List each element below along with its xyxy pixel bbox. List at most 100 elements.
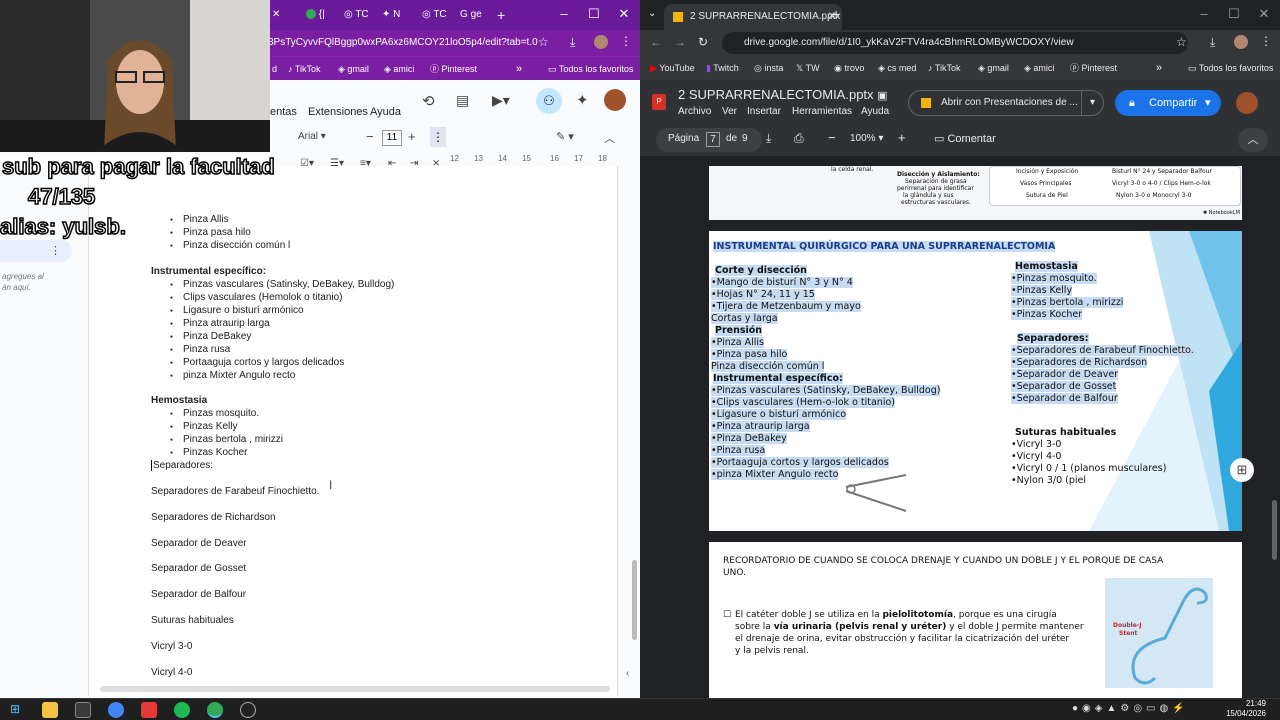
- collapse-icon[interactable]: ︿: [1238, 128, 1268, 152]
- maximize-icon[interactable]: ☐: [582, 4, 606, 24]
- tab-4[interactable]: ◎ TC: [422, 6, 447, 24]
- obs-icon[interactable]: [240, 702, 256, 718]
- zoom-select[interactable]: 100% ▾: [850, 133, 883, 144]
- spotify-icon[interactable]: [174, 702, 190, 718]
- system-tray-icons[interactable]: ●◉◈▲⚙◎▭◍⚡: [1072, 703, 1189, 714]
- page-number-input[interactable]: 7: [706, 132, 720, 147]
- more-bookmarks-icon[interactable]: »: [516, 61, 522, 77]
- folder-icon[interactable]: ▣: [877, 90, 887, 102]
- store-icon[interactable]: [75, 702, 91, 718]
- bookmark-tw[interactable]: 𝕏 TW: [796, 60, 820, 76]
- chrome-active-icon[interactable]: [207, 702, 223, 718]
- tab-1[interactable]: {|: [306, 6, 325, 24]
- outline-tab[interactable]: ⋮: [0, 240, 72, 262]
- all-bookmarks[interactable]: ▭ Todos los favoritos: [548, 61, 633, 77]
- url-field[interactable]: drive.google.com/file/d/1I0_ykKaV2FTV4ra…: [722, 32, 1188, 54]
- clock[interactable]: 21:49 15/04/2026: [1226, 699, 1266, 719]
- bookmark-twitch[interactable]: ▮ Twitch: [706, 60, 739, 76]
- viewer-scrollbar[interactable]: [1272, 500, 1277, 560]
- chevron-down-icon[interactable]: ▾: [1081, 91, 1095, 115]
- bookmark-youtube[interactable]: ▶ YouTube: [650, 60, 695, 76]
- file-explorer-icon[interactable]: [42, 702, 58, 718]
- menu-ver[interactable]: Ver: [722, 106, 737, 117]
- download-icon[interactable]: ⤓: [766, 131, 771, 146]
- tab-2[interactable]: ◎ TC: [344, 6, 369, 24]
- tab-3[interactable]: ✦ N: [382, 6, 400, 24]
- user-avatar[interactable]: [604, 89, 626, 111]
- back-icon[interactable]: ←: [650, 35, 662, 49]
- menu-insertar[interactable]: Insertar: [747, 106, 781, 117]
- menu-extensiones[interactable]: Extensiones: [308, 106, 368, 118]
- font-family-select[interactable]: Arial ▾: [298, 131, 326, 142]
- more-options-icon[interactable]: ⋮: [430, 127, 446, 147]
- bookmark-amici[interactable]: ◈ amici: [1024, 60, 1054, 76]
- bookmark-trovo[interactable]: ◉ trovo: [834, 60, 864, 76]
- bookmark-insta[interactable]: ◎ insta: [754, 60, 783, 76]
- menu-archivo[interactable]: Archivo: [678, 106, 711, 117]
- menu-ayuda[interactable]: Ayuda: [861, 106, 889, 117]
- tab-active[interactable]: 2 SUPRARRENALECTOMIA.pptx ✕: [664, 4, 842, 30]
- tab-list-icon[interactable]: ⌄: [648, 8, 656, 19]
- menu-dots-icon[interactable]: ⋮: [620, 34, 632, 48]
- new-tab-icon[interactable]: +: [497, 6, 505, 24]
- forward-icon[interactable]: →: [674, 35, 686, 49]
- bookmark-pinterest[interactable]: ⓟ Pinterest: [430, 61, 477, 77]
- bookmark-tiktok[interactable]: ♪ TikTok: [928, 60, 961, 76]
- close-tab-icon[interactable]: ✕: [272, 6, 280, 24]
- comment-icon[interactable]: ▤: [456, 92, 469, 109]
- gemini-icon[interactable]: ✦: [576, 91, 589, 109]
- font-size-input[interactable]: 11: [382, 130, 402, 146]
- bookmark-gmail[interactable]: ◈ gmail: [338, 61, 369, 77]
- bookmark-gmail[interactable]: ◈ gmail: [978, 60, 1009, 76]
- profile-avatar[interactable]: [594, 35, 608, 49]
- doc-scrollbar[interactable]: [632, 560, 637, 640]
- url-field[interactable]: 3PsTyCyvvFQlBggp0wxPA6xz6MCOY21loO5p4/ed…: [268, 33, 558, 53]
- meet-icon[interactable]: ▶▾: [492, 92, 510, 109]
- font-size-increase[interactable]: +: [408, 129, 416, 144]
- comment-button[interactable]: ▭ Comentar: [934, 132, 996, 145]
- menu-ayuda[interactable]: Ayuda: [370, 106, 401, 118]
- add-comment-icon[interactable]: ⊞: [1230, 458, 1254, 482]
- new-tab-icon[interactable]: +: [832, 6, 840, 22]
- reload-icon[interactable]: ↻: [698, 35, 708, 49]
- bookmark-pinterest[interactable]: ⓟ Pinterest: [1070, 60, 1117, 76]
- all-bookmarks[interactable]: ▭ Todos los favoritos: [1188, 60, 1273, 76]
- chrome-icon[interactable]: [108, 702, 124, 718]
- doc-horizontal-scrollbar[interactable]: [100, 686, 610, 692]
- download-icon[interactable]: ⤓: [570, 35, 575, 50]
- profile-avatar[interactable]: [1234, 35, 1248, 49]
- windows-start-icon[interactable]: ⊞: [10, 702, 20, 716]
- zoom-out-icon[interactable]: −: [828, 130, 836, 145]
- close-window-icon[interactable]: ✕: [1252, 4, 1276, 24]
- share-button[interactable]: 🔒︎ Compartir ▾: [1115, 90, 1221, 116]
- history-icon[interactable]: ⟲: [422, 92, 435, 110]
- menu-herramientas[interactable]: entas: [270, 106, 297, 118]
- user-avatar[interactable]: [1236, 92, 1258, 114]
- bookmark-tiktok[interactable]: ♪ TikTok: [288, 61, 321, 77]
- font-size-decrease[interactable]: −: [366, 129, 374, 144]
- more-bookmarks-icon[interactable]: »: [1156, 60, 1162, 76]
- print-icon[interactable]: ⎙: [794, 131, 804, 146]
- collapse-toolbar-icon[interactable]: ︿: [604, 130, 615, 146]
- menu-herramientas[interactable]: Herramientas: [792, 106, 852, 117]
- minimize-icon[interactable]: –: [552, 4, 576, 24]
- zoom-in-icon[interactable]: +: [898, 130, 906, 145]
- share-person-icon[interactable]: ⚇: [536, 88, 562, 114]
- app-red-icon[interactable]: [141, 702, 157, 718]
- minimize-icon[interactable]: –: [1192, 4, 1216, 24]
- edit-mode-icon[interactable]: ✎ ▾: [556, 130, 574, 143]
- download-icon[interactable]: ⤓: [1210, 35, 1215, 50]
- close-window-icon[interactable]: ✕: [612, 4, 636, 24]
- star-icon[interactable]: ☆: [538, 35, 549, 49]
- tab-5[interactable]: G ge: [460, 6, 482, 24]
- chevron-down-icon[interactable]: ▾: [1205, 90, 1211, 116]
- outline-menu-icon[interactable]: ⋮: [50, 244, 61, 257]
- bookmark-amici[interactable]: ◈ amici: [384, 61, 414, 77]
- menu-dots-icon[interactable]: ⋮: [1260, 34, 1272, 48]
- star-icon[interactable]: ☆: [1176, 35, 1187, 49]
- side-panel-toggle-icon[interactable]: ‹: [626, 668, 629, 679]
- maximize-icon[interactable]: ☐: [1222, 4, 1246, 24]
- bookmark-cs-med[interactable]: ◈ cs med: [878, 60, 916, 76]
- open-with-button[interactable]: Abrir con Presentaciones de ... ▾: [908, 90, 1104, 116]
- doc-page[interactable]: Pinza Allis Pinza pasa hilo Pinza disecc…: [88, 166, 618, 696]
